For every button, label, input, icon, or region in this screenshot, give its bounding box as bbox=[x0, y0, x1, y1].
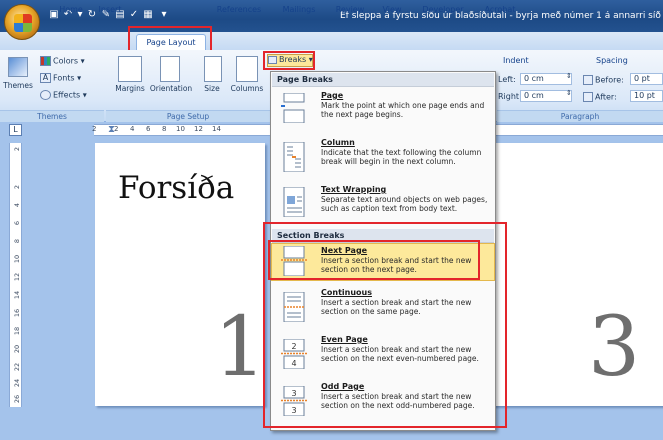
ruler-tick: 26 bbox=[13, 394, 21, 404]
ruler-tick: 12 bbox=[194, 125, 203, 133]
effects-label: Effects ▾ bbox=[53, 90, 87, 100]
column-break-desc: Indicate that the text following the col… bbox=[321, 148, 482, 166]
ruler-tick: 2 bbox=[13, 184, 21, 190]
indent-marker-icon[interactable]: ⧗ bbox=[108, 124, 115, 135]
column-break-icon bbox=[283, 142, 305, 172]
column-break-title: Column bbox=[321, 138, 355, 147]
indent-left-label: Left: bbox=[498, 75, 516, 84]
ruler-tick: 6 bbox=[146, 125, 151, 133]
print-preview-icon[interactable]: ▦ bbox=[142, 9, 154, 21]
spacing-after-text: After: bbox=[595, 92, 617, 102]
ruler-tick: 10 bbox=[176, 125, 185, 133]
indent-right-input[interactable]: 0 cm bbox=[520, 90, 572, 102]
columns-label[interactable]: Columns bbox=[228, 84, 266, 93]
tab-mailings[interactable]: Mailings bbox=[276, 2, 322, 18]
ruler-tick: 18 bbox=[13, 326, 21, 336]
tab-acrobat[interactable]: Acrobat bbox=[478, 2, 522, 18]
text-wrapping-title: Text Wrapping bbox=[321, 185, 387, 194]
indent-right-label: Right: bbox=[498, 92, 522, 101]
ruler-tick: 10 bbox=[13, 254, 21, 264]
ruler-tick: 14 bbox=[13, 290, 21, 300]
ruler-tick: 24 bbox=[13, 378, 21, 388]
ribbon-tab-row bbox=[0, 32, 663, 50]
office-logo-icon bbox=[14, 14, 32, 32]
spacing-before-text: Before: bbox=[595, 75, 624, 85]
colors-icon bbox=[40, 56, 51, 66]
menu-item-page-break[interactable]: Page Mark the point at which one page en… bbox=[272, 89, 494, 135]
spacing-after-icon bbox=[583, 92, 593, 102]
tab-home[interactable]: Home bbox=[52, 2, 90, 18]
size-label[interactable]: Size bbox=[200, 84, 224, 93]
spelling-icon[interactable]: ✓ bbox=[128, 9, 140, 21]
orientation-label[interactable]: Orientation bbox=[146, 84, 196, 93]
margins-icon[interactable] bbox=[118, 56, 142, 82]
ruler-tick: 6 bbox=[13, 220, 21, 226]
ruler-tick: 20 bbox=[13, 344, 21, 354]
spacing-after-input[interactable]: 10 pt bbox=[630, 90, 663, 102]
ruler-tick: 22 bbox=[13, 362, 21, 372]
colors-button[interactable]: Colors ▾ bbox=[40, 56, 85, 66]
ruler-tick: 8 bbox=[162, 125, 167, 133]
customize-qat-icon[interactable]: ▾ bbox=[158, 9, 170, 21]
tab-selector[interactable]: L bbox=[9, 124, 22, 136]
spacing-before-input[interactable]: 0 pt bbox=[630, 73, 663, 85]
tab-references[interactable]: References bbox=[212, 2, 266, 18]
colors-label: Colors ▾ bbox=[53, 56, 85, 66]
effects-button[interactable]: Effects ▾ bbox=[40, 90, 87, 100]
ruler-tick: 2 bbox=[13, 146, 21, 152]
columns-icon[interactable] bbox=[236, 56, 258, 82]
orientation-icon[interactable] bbox=[160, 56, 180, 82]
indent-right-spinner-icon[interactable]: ⇕ bbox=[566, 89, 572, 97]
next-page-highlight-box bbox=[268, 240, 480, 280]
page-break-title: Page bbox=[321, 91, 344, 100]
themes-icon[interactable] bbox=[8, 57, 28, 77]
fonts-label: Fonts ▾ bbox=[53, 73, 82, 83]
ruler-tick: 8 bbox=[13, 238, 21, 244]
office-button[interactable] bbox=[4, 4, 40, 40]
breaks-highlight-box bbox=[263, 51, 315, 70]
themes-button-label[interactable]: Themes bbox=[2, 81, 34, 90]
indent-left-spinner-icon[interactable]: ⇕ bbox=[566, 72, 572, 80]
spacing-before-label: Before: bbox=[583, 75, 624, 85]
effects-icon bbox=[40, 90, 51, 100]
spacing-after-label: After: bbox=[583, 92, 617, 102]
vertical-ruler[interactable]: 2 2 4 6 8 10 12 14 16 18 20 22 24 26 bbox=[9, 143, 22, 407]
paragraph-group-label: Paragraph bbox=[497, 110, 663, 122]
ruler-tick: 4 bbox=[130, 125, 135, 133]
tab-insert[interactable]: Insert bbox=[92, 2, 128, 18]
page-number-1: 1 bbox=[214, 300, 267, 395]
page-break-desc: Mark the point at which one page ends an… bbox=[321, 101, 485, 119]
size-icon[interactable] bbox=[204, 56, 222, 82]
ruler-tick: 16 bbox=[13, 308, 21, 318]
themes-group-label: Themes bbox=[0, 110, 104, 122]
indent-heading: Indent bbox=[503, 56, 529, 65]
tab-view[interactable]: View bbox=[376, 2, 408, 18]
indent-left-input[interactable]: 0 cm bbox=[520, 73, 572, 85]
ruler-tick: 4 bbox=[13, 202, 21, 208]
page-breaks-header: Page Breaks bbox=[272, 73, 494, 87]
menu-item-column-break[interactable]: Column Indicate that the text following … bbox=[272, 136, 494, 182]
tab-developer[interactable]: Developer bbox=[418, 2, 468, 18]
spacing-before-icon bbox=[583, 75, 593, 85]
tab-review[interactable]: Review bbox=[330, 2, 370, 18]
ruler-tick: 2 bbox=[92, 125, 97, 133]
fonts-icon: A bbox=[40, 73, 51, 83]
page-number-3: 3 bbox=[588, 300, 641, 395]
page-setup-group-label: Page Setup bbox=[106, 110, 270, 122]
spacing-heading: Spacing bbox=[596, 56, 628, 65]
text-wrapping-icon bbox=[283, 187, 305, 217]
ruler-tick: 14 bbox=[212, 125, 221, 133]
ruler-tick: 12 bbox=[13, 272, 21, 282]
fonts-button[interactable]: A Fonts ▾ bbox=[40, 73, 81, 83]
document-heading[interactable]: Forsíða bbox=[118, 170, 234, 206]
page-break-icon bbox=[281, 93, 305, 123]
text-wrapping-desc: Separate text around objects on web page… bbox=[321, 195, 488, 213]
